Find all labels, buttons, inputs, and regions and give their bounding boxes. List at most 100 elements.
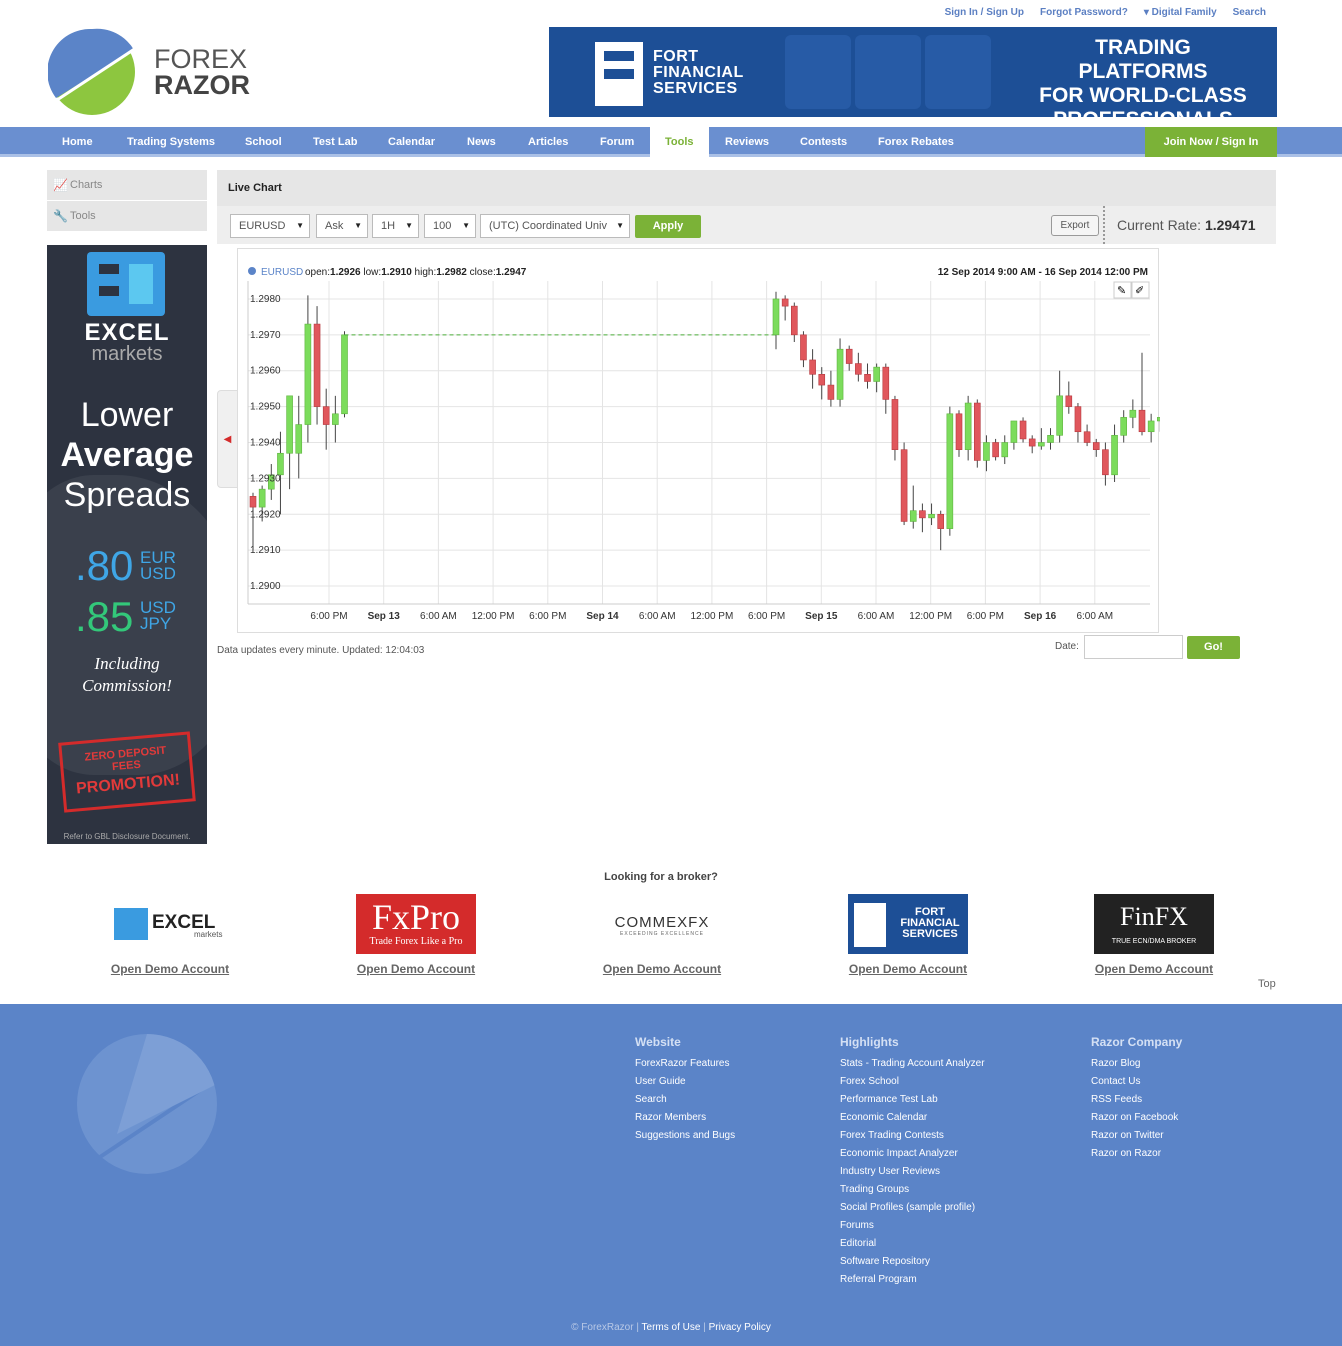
commexfx-logo[interactable]: COMMEXFX EXCEEDING EXCELLENCE <box>602 894 722 954</box>
candle <box>1092 438 1100 457</box>
candle-body <box>973 402 981 461</box>
site-logo[interactable]: FOREX RAZOR <box>48 28 250 118</box>
candle-body <box>286 395 293 454</box>
ad-including-line: Including <box>94 654 160 673</box>
footer-link[interactable]: Social Profiles (sample profile) <box>840 1199 985 1217</box>
candle <box>983 435 990 472</box>
timezone-select[interactable]: (UTC) Coordinated Univ ▼ <box>480 214 630 238</box>
footer-link[interactable]: Referral Program <box>840 1271 985 1289</box>
excel-markets-logo[interactable]: EXCEL markets <box>110 894 230 954</box>
open-demo-account-link[interactable]: Open Demo Account <box>818 962 998 976</box>
nav-school[interactable]: School <box>245 127 282 157</box>
privacy-link[interactable]: Privacy Policy <box>709 1322 771 1333</box>
candle <box>855 352 862 382</box>
footer-link[interactable]: Forums <box>840 1217 985 1235</box>
export-button[interactable]: Export <box>1051 215 1099 236</box>
x-tick-label: 6:00 PM <box>748 611 785 622</box>
excel-markets-ad[interactable]: EXCEL markets Lower Average Spreads .80 … <box>47 245 207 844</box>
footer-link[interactable]: Razor on Razor <box>1091 1145 1182 1163</box>
footer-link[interactable]: Editorial <box>840 1235 985 1253</box>
footer-link[interactable]: Razor on Facebook <box>1091 1109 1182 1127</box>
nav-calendar[interactable]: Calendar <box>388 127 435 157</box>
nav-test-lab[interactable]: Test Lab <box>313 127 357 157</box>
nav-home[interactable]: Home <box>62 127 93 157</box>
footer-link[interactable]: Stats - Trading Account Analyzer <box>840 1055 985 1073</box>
footer-link[interactable]: Razor on Twitter <box>1091 1127 1182 1145</box>
footer-link[interactable]: Software Repository <box>840 1253 985 1271</box>
go-button[interactable]: Go! <box>1187 636 1240 659</box>
footer-link[interactable]: Performance Test Lab <box>840 1091 985 1109</box>
nav-tools[interactable]: Tools <box>650 127 709 157</box>
candle-body <box>295 424 303 454</box>
arrow-left-icon: ◀ <box>223 434 232 445</box>
apply-button[interactable]: Apply <box>635 215 701 238</box>
dropdown-arrow-icon: ▼ <box>296 221 304 230</box>
candle <box>873 363 880 393</box>
footer-link[interactable]: Trading Groups <box>840 1181 985 1199</box>
logo-line-razor: RAZOR <box>154 70 250 100</box>
footer-link[interactable]: ForexRazor Features <box>635 1055 735 1073</box>
sidebar-item-tools[interactable]: 🔧 Tools <box>47 201 207 232</box>
ad-spread-2: .85 <box>75 593 134 640</box>
live-chart[interactable]: EURUSD open:1.2926 low:1.2910 high:1.298… <box>237 248 1164 633</box>
footer-link[interactable]: Suggestions and Bugs <box>635 1127 735 1145</box>
candle-body <box>790 305 798 336</box>
price-type-select-value: Ask <box>325 220 344 232</box>
digital-family-link[interactable]: ▾ Digital Family <box>1144 7 1217 18</box>
join-sign-in-button[interactable]: Join Now / Sign In <box>1145 127 1277 157</box>
chart-collapse-handle[interactable]: ◀ <box>217 390 238 488</box>
open-demo-account-link[interactable]: Open Demo Account <box>572 962 752 976</box>
footer-link[interactable]: Search <box>635 1091 735 1109</box>
open-demo-account-link[interactable]: Open Demo Account <box>80 962 260 976</box>
footer-link[interactable]: Forex School <box>840 1073 985 1091</box>
footer-link[interactable]: Economic Calendar <box>840 1109 985 1127</box>
candle <box>790 302 798 343</box>
footer: Website ForexRazor Features User Guide S… <box>0 1004 1342 1346</box>
current-rate: Current Rate: 1.29471 <box>1103 206 1276 244</box>
ad-spread-1: .80 <box>75 542 134 589</box>
footer-link[interactable]: Razor Blog <box>1091 1055 1182 1073</box>
dropdown-arrow-icon: ▼ <box>405 221 413 230</box>
forgot-password-link[interactable]: Forgot Password? <box>1040 7 1128 18</box>
footer-link[interactable]: RSS Feeds <box>1091 1091 1182 1109</box>
timeframe-select-value: 1H <box>381 220 396 232</box>
fort-financial-banner[interactable]: FORT FINANCIAL SERVICES TRADING PLATFORM… <box>549 27 1277 117</box>
terms-link[interactable]: Terms of Use <box>642 1322 701 1333</box>
symbol-select[interactable]: EURUSD ▼ <box>230 214 310 238</box>
back-to-top-link[interactable]: Top <box>1258 978 1276 990</box>
open-demo-account-link[interactable]: Open Demo Account <box>326 962 506 976</box>
timeframe-select[interactable]: 1H ▼ <box>372 214 419 238</box>
candle <box>1074 403 1082 443</box>
fxpro-logo[interactable]: FxPro Trade Forex Like a Pro <box>356 894 476 954</box>
nav-articles[interactable]: Articles <box>528 127 568 157</box>
footer-link[interactable]: Contact Us <box>1091 1073 1182 1091</box>
footer-link[interactable]: Economic Impact Analyzer <box>840 1145 985 1163</box>
nav-reviews[interactable]: Reviews <box>725 127 769 157</box>
ohlc-value: 1.2910 <box>381 267 412 278</box>
date-input[interactable] <box>1084 635 1183 659</box>
nav-contests[interactable]: Contests <box>800 127 847 157</box>
banner-brand-line: FINANCIAL <box>653 64 744 81</box>
fort-financial-logo[interactable]: FORT FINANCIAL SERVICES <box>848 894 968 954</box>
nav-forum[interactable]: Forum <box>600 127 634 157</box>
nav-trading-systems[interactable]: Trading Systems <box>127 127 215 157</box>
footer-link[interactable]: Forex Trading Contests <box>840 1127 985 1145</box>
nav-news[interactable]: News <box>467 127 496 157</box>
footer-link[interactable]: User Guide <box>635 1073 735 1091</box>
nav-forex-rebates[interactable]: Forex Rebates <box>878 127 954 157</box>
footer-link[interactable]: Industry User Reviews <box>840 1163 985 1181</box>
range-label: 12 Sep 2014 9:00 AM - 16 Sep 2014 12:00 … <box>938 267 1148 278</box>
ad-tag-line: Average <box>60 436 194 474</box>
chart-tools[interactable]: ✎ ✐ <box>1113 281 1150 299</box>
finfx-logo[interactable]: FinFX TRUE ECN/DMA BROKER <box>1094 894 1214 954</box>
sidebar-item-charts[interactable]: 📈 Charts <box>47 170 207 201</box>
footer-link[interactable]: Razor Members <box>635 1109 735 1127</box>
candle-body <box>1156 417 1164 422</box>
search-link[interactable]: Search <box>1233 7 1266 18</box>
price-type-select[interactable]: Ask ▼ <box>316 214 368 238</box>
main-nav: Home Trading Systems School Test Lab Cal… <box>0 127 1342 157</box>
top-links: Sign In / Sign Up Forgot Password? ▾ Dig… <box>945 7 1266 18</box>
sign-in-link[interactable]: Sign In / Sign Up <box>945 7 1024 18</box>
count-select[interactable]: 100 ▼ <box>424 214 476 238</box>
open-demo-account-link[interactable]: Open Demo Account <box>1064 962 1244 976</box>
